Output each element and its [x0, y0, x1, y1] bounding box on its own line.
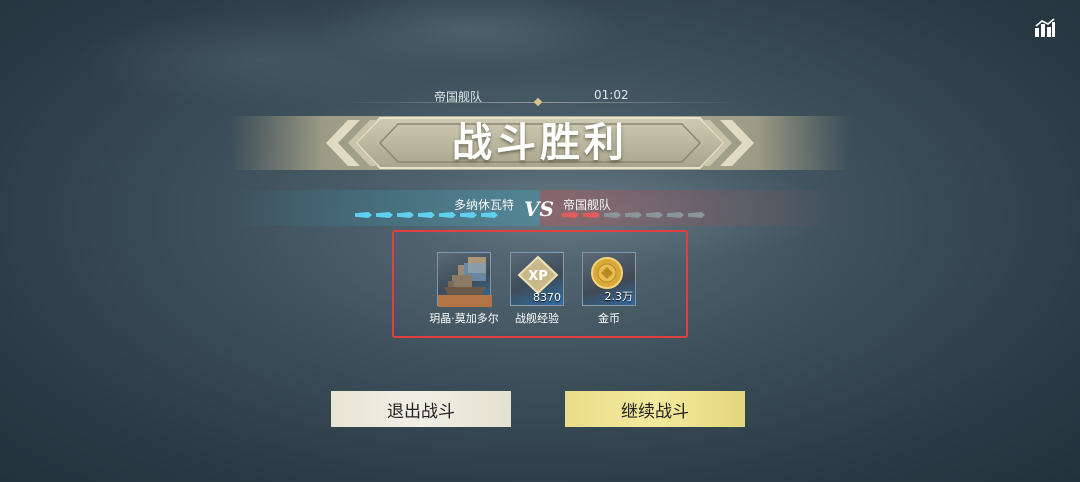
ship-marker	[583, 212, 600, 218]
ship-marker	[418, 212, 435, 218]
ship-marker	[625, 212, 642, 218]
reward-xp[interactable]: XP 8370 战舰经验	[497, 252, 577, 326]
victory-title: 战斗胜利	[452, 120, 628, 166]
gold-count: 2.3万	[604, 290, 634, 303]
reward-ship[interactable]: 玥晶·莫加多尔	[424, 252, 504, 326]
enemy-fleet-status	[562, 212, 705, 220]
xp-icon: XP 8370	[510, 252, 564, 306]
ship-marker	[562, 212, 579, 218]
ship-marker	[397, 212, 414, 218]
bar-chart-icon[interactable]	[1034, 18, 1056, 38]
ship-marker	[604, 212, 621, 218]
continue-battle-button[interactable]: 继续战斗	[565, 391, 745, 427]
ship-marker	[481, 212, 498, 218]
ship-marker	[646, 212, 663, 218]
battle-timer: 01:02	[594, 88, 629, 102]
vs-label: VS	[524, 197, 554, 221]
reward-gold[interactable]: 2.3万 金币	[569, 252, 649, 326]
reward-label: 战舰经验	[515, 312, 559, 325]
svg-text:XP: XP	[528, 269, 548, 284]
ally-fleet-status	[355, 212, 498, 220]
team-label: 帝国舰队	[434, 90, 483, 104]
ship-marker	[355, 212, 372, 218]
ship-marker	[460, 212, 477, 218]
gold-coin-icon: 2.3万	[582, 252, 636, 306]
ship-marker	[667, 212, 684, 218]
battleship-icon	[437, 252, 492, 307]
xp-count: 8370	[533, 291, 561, 304]
ship-marker	[439, 212, 456, 218]
ship-marker	[688, 212, 705, 218]
ship-marker	[376, 212, 393, 218]
ally-team-name: 多纳休瓦特	[453, 198, 514, 212]
exit-battle-button[interactable]: 退出战斗	[331, 391, 511, 427]
reward-label: 玥晶·莫加多尔	[429, 312, 499, 325]
reward-label: 金币	[598, 312, 620, 325]
enemy-team-name: 帝国舰队	[563, 198, 612, 212]
